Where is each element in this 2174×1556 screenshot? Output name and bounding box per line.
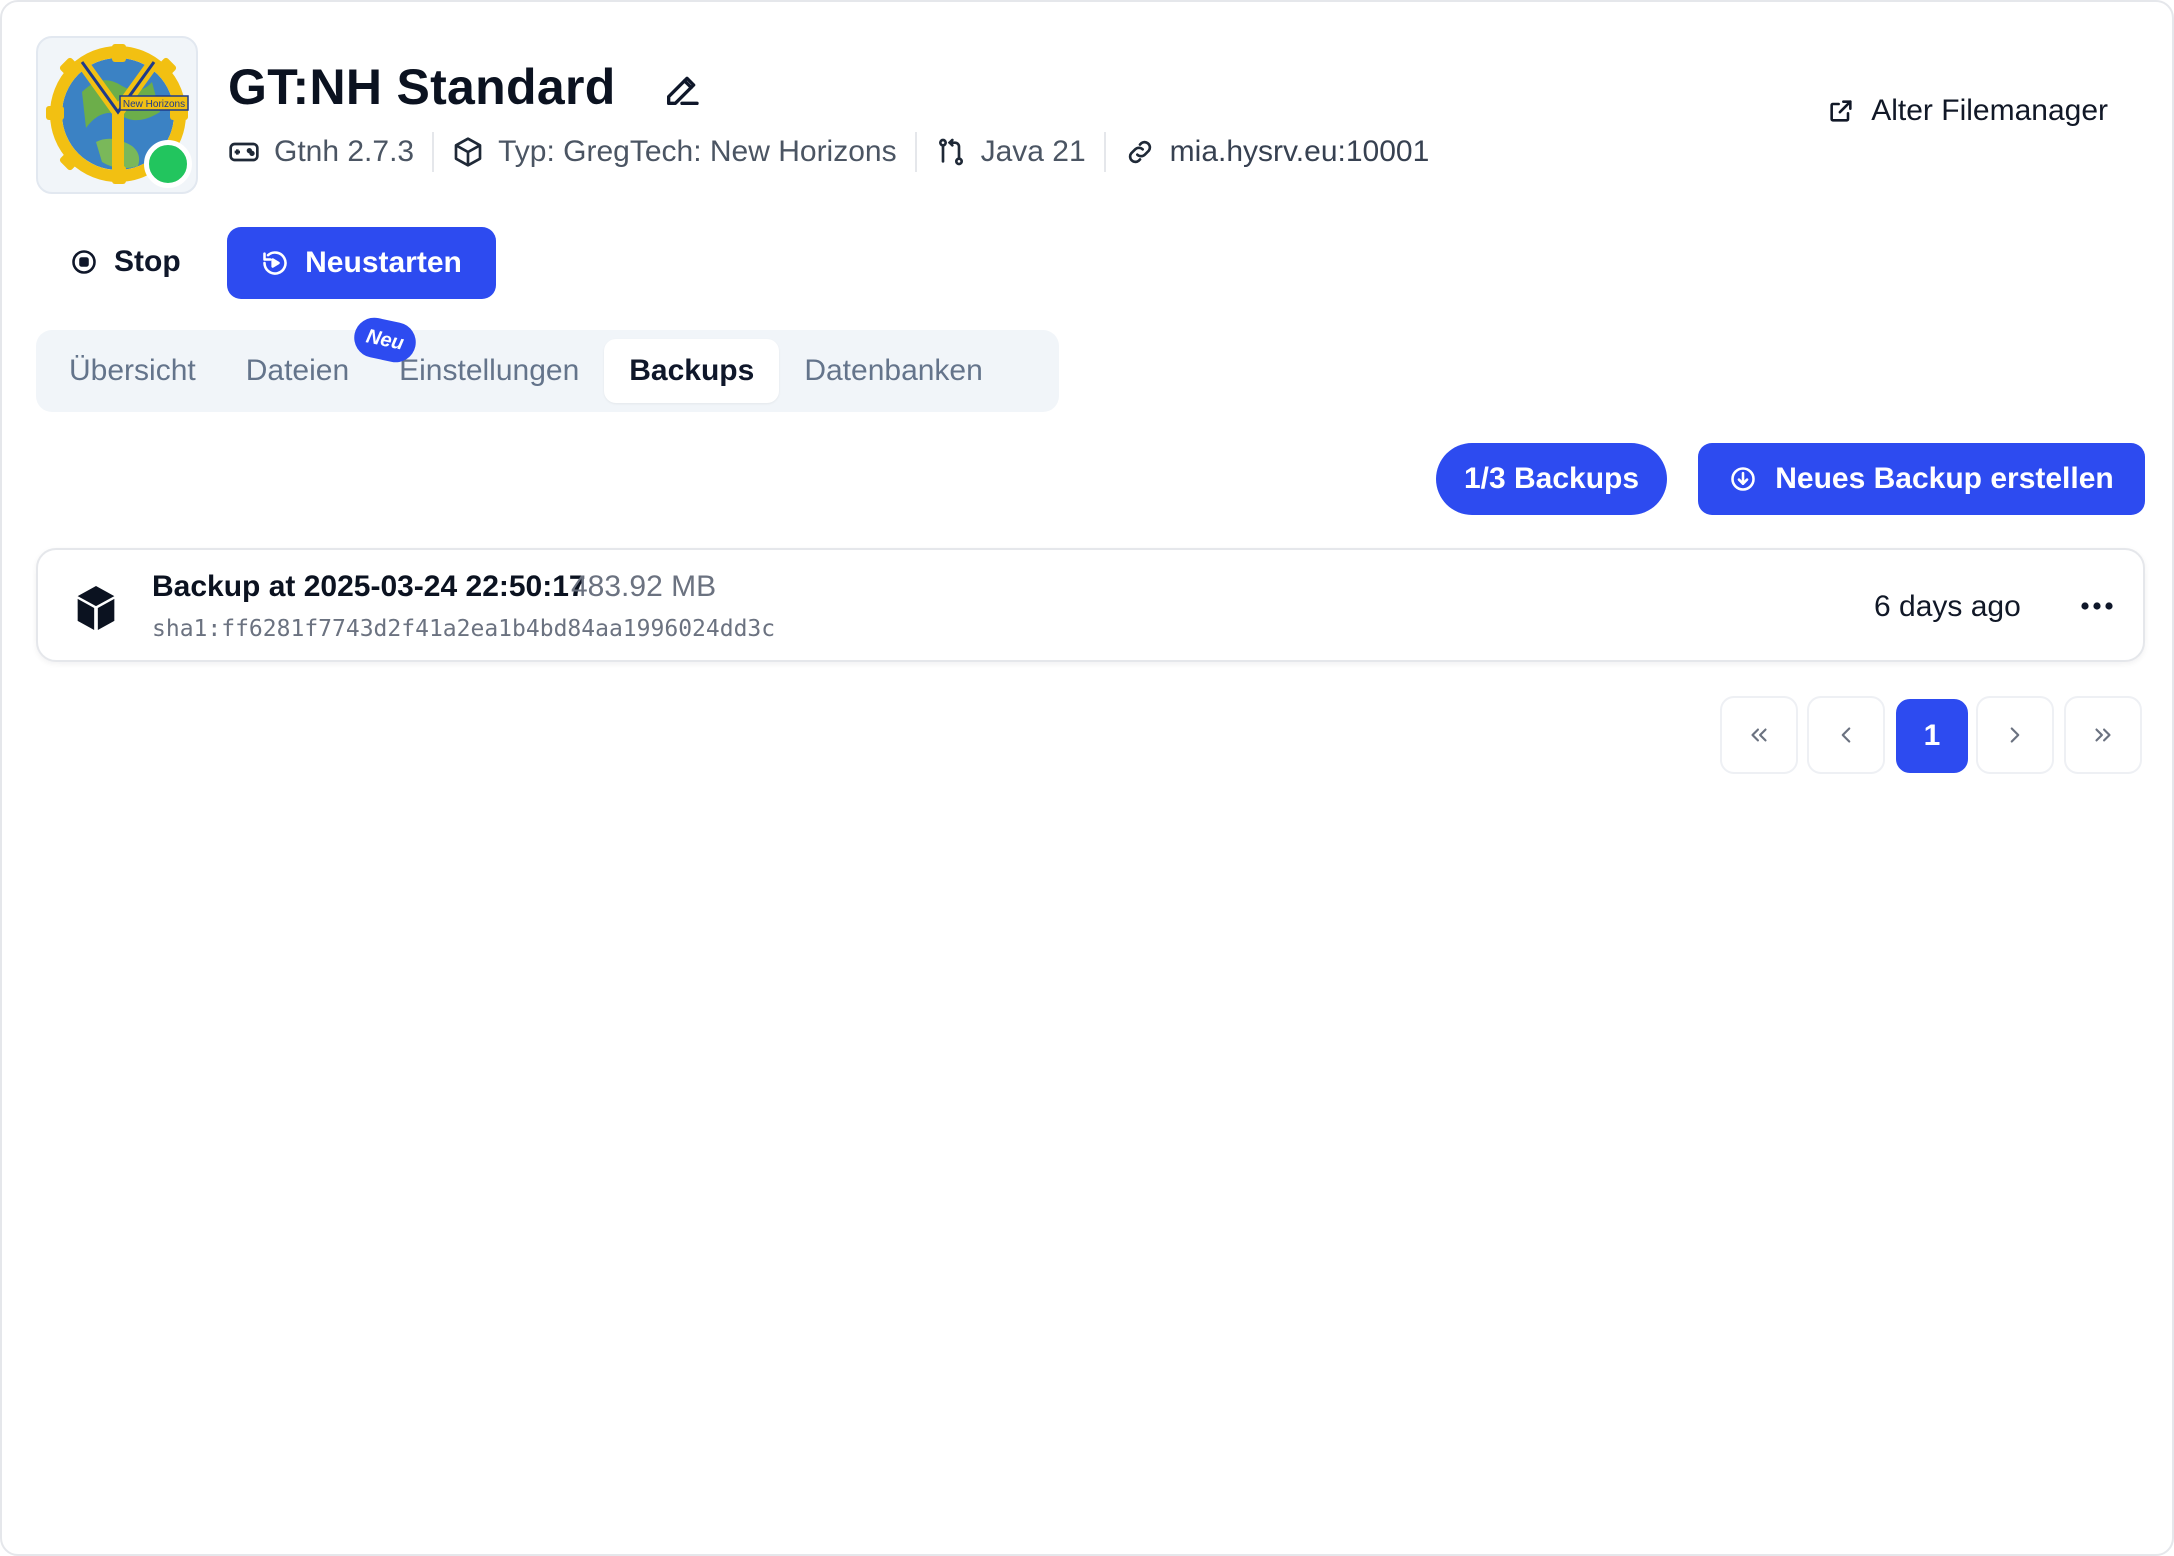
chevrons-right-icon <box>2095 728 2111 742</box>
server-title: GT:NH Standard <box>228 59 616 115</box>
chevrons-left-icon <box>1751 728 1767 742</box>
tab-databases[interactable]: Datenbanken <box>779 339 1007 403</box>
svg-text:New Horizons: New Horizons <box>123 99 185 110</box>
meta-java: Java 21 <box>917 132 1104 172</box>
tab-files[interactable]: Dateien <box>221 339 374 403</box>
tab-backups[interactable]: Backups <box>604 339 780 403</box>
meta-address[interactable]: mia.hysrv.eu:10001 <box>1106 132 1448 172</box>
restart-icon <box>263 251 287 275</box>
cloud-download-icon <box>1731 467 1756 491</box>
java-text: Java 21 <box>980 135 1086 168</box>
edit-pencil-icon[interactable] <box>662 70 702 110</box>
backup-size: 483.92 MB <box>571 570 717 603</box>
version-text: Gtnh 2.7.3 <box>274 135 415 168</box>
git-compare-icon <box>938 138 963 166</box>
meta-version: Gtnh 2.7.3 <box>228 132 432 172</box>
online-status-indicator <box>144 140 192 188</box>
gamepad-icon <box>229 142 259 162</box>
chevron-right-icon <box>2010 727 2020 743</box>
restart-button[interactable]: Neustarten <box>227 227 496 299</box>
address-text[interactable]: mia.hysrv.eu:10001 <box>1170 135 1430 169</box>
link-icon <box>1128 140 1151 164</box>
last-page-button[interactable] <box>2064 696 2142 774</box>
tab-bar: Übersicht Dateien Einstellungen Backups … <box>36 330 1059 412</box>
server-logo: New Horizons <box>36 36 198 194</box>
stop-button[interactable]: Stop <box>52 226 199 298</box>
old-filemanager-label: Alter Filemanager <box>1871 94 2108 127</box>
backup-name: Backup at 2025-03-24 22:50:17 <box>152 570 586 603</box>
backup-hash: sha1:ff6281f7743d2f41a2ea1b4bd84aa199602… <box>152 616 776 642</box>
backup-age: 6 days ago <box>1874 590 2021 623</box>
chevron-left-icon <box>1841 727 1851 743</box>
page-frame: New Horizons GT:NH Standard Gtnh 2.7.3 T… <box>0 0 2174 1556</box>
meta-type: Typ: GregTech: New Horizons <box>434 132 914 172</box>
type-text: Typ: GregTech: New Horizons <box>498 135 897 168</box>
create-backup-label: Neues Backup erstellen <box>1775 462 2114 495</box>
stop-circle-icon <box>72 250 96 274</box>
prev-page-button[interactable] <box>1807 696 1885 774</box>
create-backup-button[interactable]: Neues Backup erstellen <box>1698 443 2145 515</box>
restart-label: Neustarten <box>305 246 462 279</box>
first-page-button[interactable] <box>1720 696 1798 774</box>
tab-overview[interactable]: Übersicht <box>44 339 221 403</box>
backup-cube-icon <box>77 586 115 630</box>
old-filemanager-link[interactable]: Alter Filemanager <box>1827 94 2108 128</box>
external-link-icon <box>1830 100 1852 122</box>
more-options-icon[interactable] <box>2072 588 2122 624</box>
backup-list-item[interactable]: Backup at 2025-03-24 22:50:17 483.92 MB … <box>36 548 2145 662</box>
page-button-current[interactable]: 1 <box>1896 699 1968 773</box>
backup-count-button[interactable]: 1/3 Backups <box>1436 443 1667 515</box>
next-page-button[interactable] <box>1976 696 2054 774</box>
cube-icon <box>454 137 482 167</box>
stop-label: Stop <box>114 245 181 278</box>
server-meta: Gtnh 2.7.3 Typ: GregTech: New Horizons J… <box>228 130 1447 174</box>
